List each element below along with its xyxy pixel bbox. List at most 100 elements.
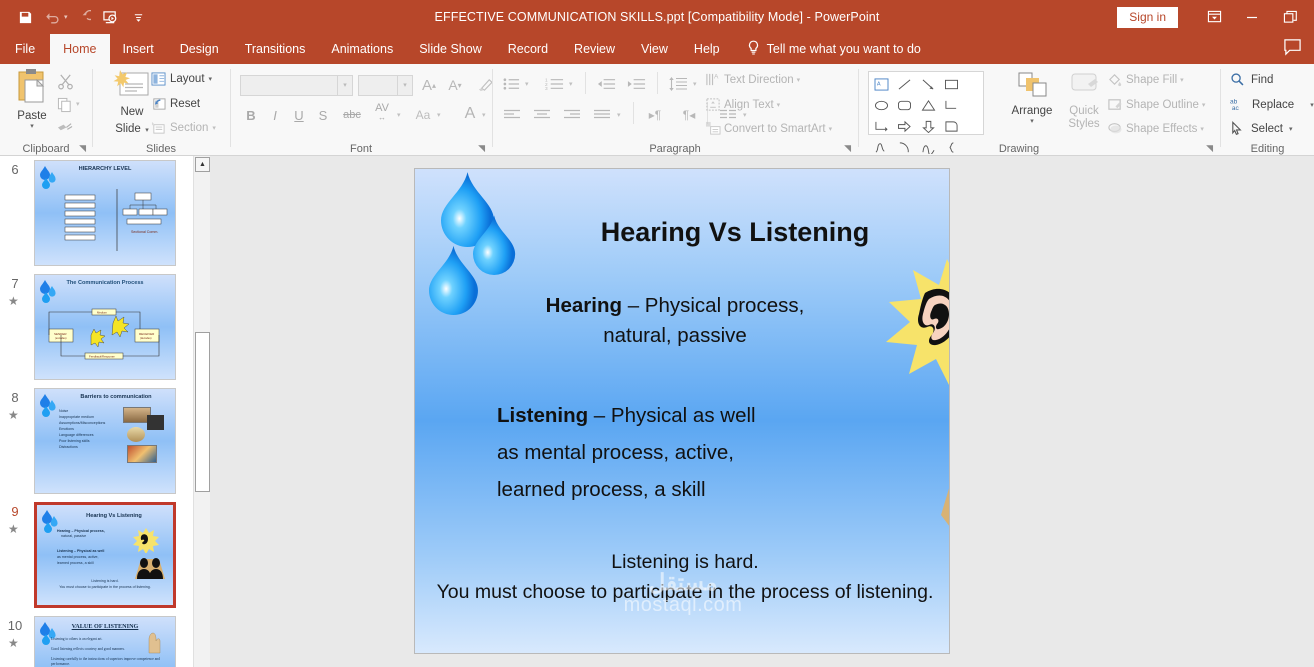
paragraph-dialog-launcher[interactable]: ◥ — [844, 143, 851, 154]
tab-home[interactable]: Home — [50, 34, 110, 64]
character-spacing-button[interactable]: AV ↔ — [369, 102, 395, 124]
line-spacing-icon[interactable] — [665, 72, 691, 96]
section-button[interactable]: Section ▾ — [151, 121, 216, 135]
tab-view[interactable]: View — [628, 34, 681, 64]
justify-icon[interactable] — [589, 104, 615, 126]
undo-icon[interactable] — [40, 5, 66, 29]
replace-dropdown-icon[interactable]: ▾ — [1310, 101, 1314, 109]
restore-icon[interactable] — [1272, 2, 1308, 32]
rectangle-shape-icon[interactable] — [942, 75, 961, 94]
new-slide-dropdown-icon[interactable]: ▾ — [145, 127, 149, 134]
scroll-up-icon[interactable]: ▲ — [195, 157, 210, 172]
align-center-icon[interactable] — [529, 104, 555, 126]
strikethrough-button[interactable]: abc — [339, 104, 365, 126]
tab-review[interactable]: Review — [561, 34, 628, 64]
increase-indent-icon[interactable] — [623, 73, 649, 95]
section-dropdown-icon[interactable]: ▾ — [212, 124, 216, 132]
customize-qat-icon[interactable] — [126, 5, 152, 29]
layout-dropdown-icon[interactable]: ▾ — [209, 75, 213, 83]
align-left-icon[interactable] — [499, 104, 525, 126]
select-dropdown-icon[interactable]: ▾ — [1289, 125, 1293, 133]
align-text-dropdown-icon[interactable]: ▾ — [777, 101, 781, 109]
convert-to-smartart-dropdown-icon[interactable]: ▾ — [829, 125, 833, 133]
redo-icon[interactable] — [70, 5, 96, 29]
thumbnail-frame[interactable]: VALUE OF LISTENING Listening to others i… — [34, 616, 176, 667]
font-size-input[interactable]: ▾ — [358, 75, 413, 96]
increase-font-size-icon[interactable]: A ▴ — [417, 74, 441, 96]
arrange-button[interactable]: Arrange ▾ — [1004, 70, 1060, 125]
ribbon-display-options-icon[interactable] — [1196, 2, 1232, 32]
shape-effects-button[interactable]: Shape Effects ▾ — [1107, 121, 1204, 136]
bold-button[interactable]: B — [241, 104, 261, 126]
comments-icon[interactable] — [1283, 38, 1302, 61]
change-case-button[interactable]: Aa — [411, 104, 435, 126]
tab-insert[interactable]: Insert — [110, 34, 167, 64]
shape-fill-button[interactable]: Shape Fill ▾ — [1107, 72, 1184, 87]
arrange-dropdown-icon[interactable]: ▾ — [1004, 117, 1060, 125]
line-shape-icon[interactable] — [895, 75, 914, 94]
shape-outline-dropdown-icon[interactable]: ▾ — [1202, 101, 1206, 109]
text-direction-dropdown-icon[interactable]: ▾ — [797, 76, 801, 84]
tell-me-search[interactable]: Tell me what you want to do — [747, 34, 921, 64]
rtl-text-direction-icon[interactable]: ¶◂ — [675, 104, 703, 126]
change-case-dropdown-icon[interactable]: ▾ — [437, 111, 441, 119]
numbering-dropdown-icon[interactable]: ▾ — [569, 80, 573, 88]
paste-button[interactable]: Paste ▾ — [10, 68, 54, 130]
shapes-gallery[interactable]: A — [868, 71, 984, 175]
thumbnail-slide-8[interactable]: 8 ★ Barriers to communication Noise Inap… — [0, 386, 193, 500]
text-direction-button[interactable]: A Text Direction ▾ — [705, 72, 800, 87]
layout-button[interactable]: Layout ▾ — [151, 72, 212, 86]
font-name-input[interactable]: ▾ — [240, 75, 353, 96]
rounded-rectangle-shape-icon[interactable] — [895, 96, 914, 115]
arrow-shape-icon[interactable] — [919, 75, 938, 94]
tab-animations[interactable]: Animations — [318, 34, 406, 64]
tab-file[interactable]: File — [0, 34, 50, 64]
hearing-text-block[interactable]: Hearing – Physical process, natural, pas… — [495, 291, 855, 351]
right-arrow-shape-icon[interactable] — [895, 117, 914, 136]
thumbnail-frame[interactable]: HIERARCHY LEVEL Sectional Comm. — [34, 160, 176, 266]
decrease-font-size-icon[interactable]: A ▾ — [443, 74, 467, 96]
ltr-text-direction-icon[interactable]: ▸¶ — [641, 104, 669, 126]
shape-fill-dropdown-icon[interactable]: ▾ — [1180, 76, 1184, 84]
font-name-dropdown-icon[interactable]: ▾ — [337, 76, 352, 95]
tab-slide-show[interactable]: Slide Show — [406, 34, 495, 64]
tab-transitions[interactable]: Transitions — [232, 34, 319, 64]
replace-button[interactable]: ab ac Replace ▾ — [1230, 97, 1314, 113]
slide-title[interactable]: Hearing Vs Listening — [535, 217, 935, 248]
shape-outline-button[interactable]: Shape Outline ▾ — [1107, 97, 1205, 112]
bullets-icon[interactable] — [499, 73, 523, 95]
align-text-button[interactable]: Align Text ▾ — [705, 97, 780, 112]
font-color-button[interactable]: A — [459, 102, 481, 126]
down-arrow-shape-icon[interactable] — [919, 117, 938, 136]
font-dialog-launcher[interactable]: ◥ — [478, 143, 485, 154]
scrollbar-thumb[interactable] — [195, 332, 210, 492]
copy-dropdown-icon[interactable]: ▾ — [76, 100, 80, 108]
triangle-shape-icon[interactable] — [919, 96, 938, 115]
bottom-text-block[interactable]: Listening is hard. You must choose to pa… — [425, 547, 945, 607]
listening-text-block[interactable]: Listening – Physical as well as mental p… — [497, 397, 837, 508]
bullets-dropdown-icon[interactable]: ▾ — [525, 80, 529, 88]
thumbnail-slide-9[interactable]: 9 ★ Hearing Vs Listening Hearing – Physi… — [0, 500, 193, 614]
thumbnail-scrollbar[interactable]: ▲ — [193, 156, 210, 667]
thumbnail-slide-7[interactable]: 7 ★ The Communication Process SENDER (en… — [0, 272, 193, 386]
numbering-icon[interactable]: 123 — [541, 73, 567, 95]
thumbnail-frame[interactable]: The Communication Process SENDER (encode… — [34, 274, 176, 380]
thumbnail-slide-6[interactable]: 6 HIERARCHY LEVEL Sectional Comm. — [0, 158, 193, 272]
clipboard-dialog-launcher[interactable]: ◥ — [79, 143, 86, 154]
font-color-dropdown-icon[interactable]: ▾ — [482, 111, 486, 119]
slide-thumbnail-panel[interactable]: 6 HIERARCHY LEVEL Sectional Comm. 7 ★ Th… — [0, 156, 193, 667]
tab-record[interactable]: Record — [495, 34, 561, 64]
decrease-indent-icon[interactable] — [593, 73, 619, 95]
new-slide-button[interactable]: New Slide ▾ — [108, 69, 156, 137]
elbow-connector-icon[interactable] — [942, 96, 961, 115]
copy-icon[interactable] — [52, 94, 78, 116]
minimize-icon[interactable] — [1234, 2, 1270, 32]
thumbnail-slide-10[interactable]: 10 ★ VALUE OF LISTENING Listening to oth… — [0, 614, 193, 667]
line-spacing-dropdown-icon[interactable]: ▾ — [693, 80, 697, 88]
shape-effects-dropdown-icon[interactable]: ▾ — [1200, 125, 1204, 133]
select-button[interactable]: Select ▾ — [1230, 121, 1292, 136]
save-icon[interactable] — [12, 5, 38, 29]
textbox-shape-icon[interactable]: A — [872, 75, 891, 94]
sign-in-button[interactable]: Sign in — [1117, 6, 1178, 28]
tab-design[interactable]: Design — [167, 34, 232, 64]
